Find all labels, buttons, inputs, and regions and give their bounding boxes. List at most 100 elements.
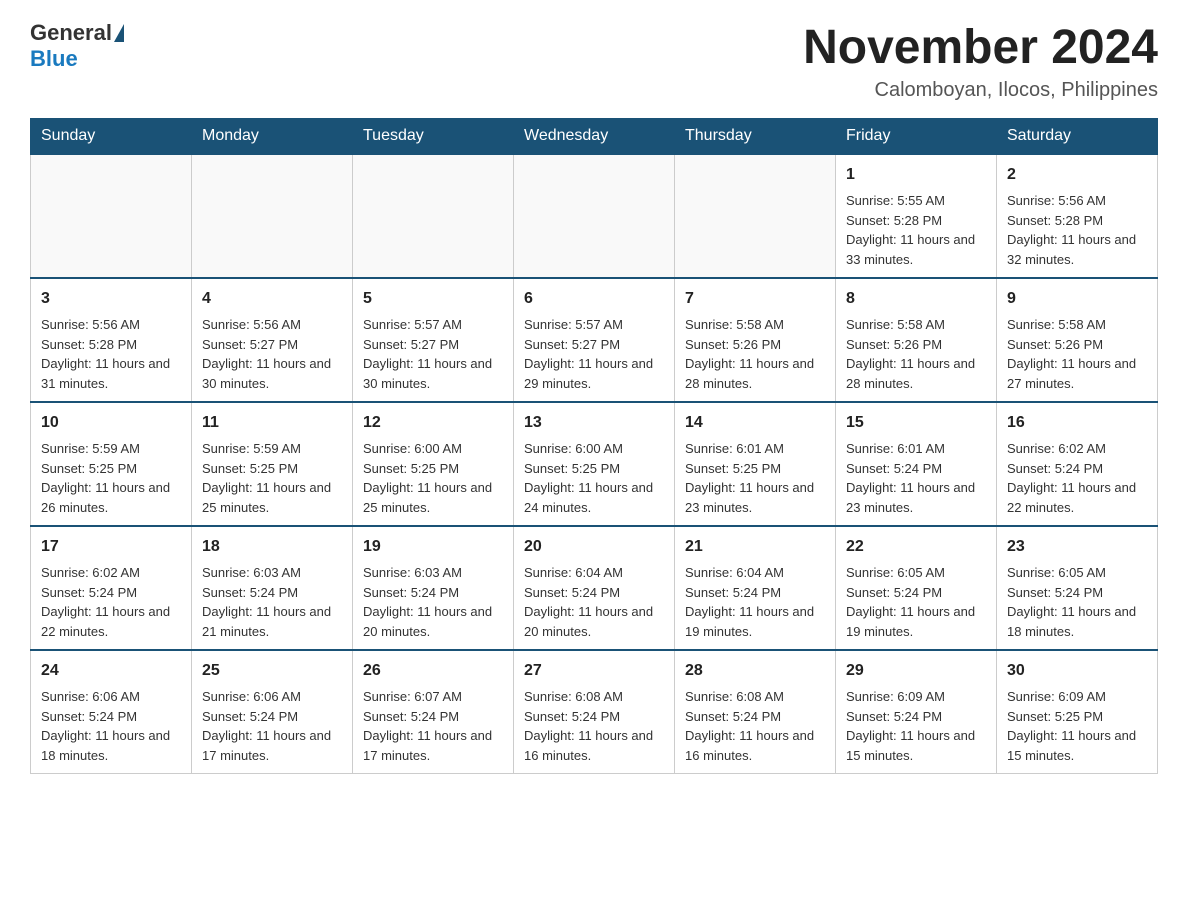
day-header-saturday: Saturday: [997, 119, 1158, 155]
calendar-cell: 2 Sunrise: 5:56 AM Sunset: 5:28 PM Daylig…: [997, 154, 1158, 278]
day-number: 13: [524, 411, 664, 435]
day-info: Sunrise: 6:03 AM Sunset: 5:24 PM Dayligh…: [202, 563, 342, 641]
day-info: Sunrise: 6:04 AM Sunset: 5:24 PM Dayligh…: [685, 563, 825, 641]
day-info: Sunrise: 6:00 AM Sunset: 5:25 PM Dayligh…: [363, 439, 503, 517]
day-number: 6: [524, 287, 664, 311]
day-number: 2: [1007, 163, 1147, 187]
calendar-cell: 10 Sunrise: 5:59 AM Sunset: 5:25 PM Dayli…: [31, 402, 192, 526]
day-info: Sunrise: 6:06 AM Sunset: 5:24 PM Dayligh…: [202, 687, 342, 765]
day-number: 11: [202, 411, 342, 435]
day-number: 3: [41, 287, 181, 311]
calendar-cell: 12 Sunrise: 6:00 AM Sunset: 5:25 PM Dayli…: [353, 402, 514, 526]
day-info: Sunrise: 6:09 AM Sunset: 5:25 PM Dayligh…: [1007, 687, 1147, 765]
day-number: 17: [41, 535, 181, 559]
title-area: November 2024 Calomboyan, Ilocos, Philip…: [803, 20, 1158, 102]
calendar-cell: 13 Sunrise: 6:00 AM Sunset: 5:25 PM Dayli…: [514, 402, 675, 526]
week-row-4: 17 Sunrise: 6:02 AM Sunset: 5:24 PM Dayli…: [31, 526, 1158, 650]
day-info: Sunrise: 6:09 AM Sunset: 5:24 PM Dayligh…: [846, 687, 986, 765]
calendar-cell: 26 Sunrise: 6:07 AM Sunset: 5:24 PM Dayli…: [353, 650, 514, 774]
calendar-cell: 8Sunrise: 5:58 AM Sunset: 5:26 PM Daylig…: [836, 278, 997, 402]
day-number: 24: [41, 659, 181, 683]
calendar-cell: 16 Sunrise: 6:02 AM Sunset: 5:24 PM Dayli…: [997, 402, 1158, 526]
day-number: 15: [846, 411, 986, 435]
day-number: 28: [685, 659, 825, 683]
day-number: 12: [363, 411, 503, 435]
calendar-cell: [353, 154, 514, 278]
day-number: 27: [524, 659, 664, 683]
day-info: Sunrise: 6:04 AM Sunset: 5:24 PM Dayligh…: [524, 563, 664, 641]
day-header-thursday: Thursday: [675, 119, 836, 155]
day-number: 4: [202, 287, 342, 311]
days-header-row: SundayMondayTuesdayWednesdayThursdayFrid…: [31, 119, 1158, 155]
day-info: Sunrise: 6:05 AM Sunset: 5:24 PM Dayligh…: [1007, 563, 1147, 641]
logo-general-text: General: [30, 20, 112, 46]
day-info: Sunrise: 5:58 AM Sunset: 5:26 PM Dayligh…: [1007, 315, 1147, 393]
calendar-cell: 24Sunrise: 6:06 AM Sunset: 5:24 PM Dayli…: [31, 650, 192, 774]
day-info: Sunrise: 5:57 AM Sunset: 5:27 PM Dayligh…: [363, 315, 503, 393]
calendar-cell: 29 Sunrise: 6:09 AM Sunset: 5:24 PM Dayli…: [836, 650, 997, 774]
month-title: November 2024: [803, 20, 1158, 75]
day-header-friday: Friday: [836, 119, 997, 155]
calendar-cell: [514, 154, 675, 278]
calendar-cell: 11 Sunrise: 5:59 AM Sunset: 5:25 PM Dayli…: [192, 402, 353, 526]
calendar-cell: 5Sunrise: 5:57 AM Sunset: 5:27 PM Daylig…: [353, 278, 514, 402]
day-info: Sunrise: 5:56 AM Sunset: 5:27 PM Dayligh…: [202, 315, 342, 393]
day-info: Sunrise: 6:03 AM Sunset: 5:24 PM Dayligh…: [363, 563, 503, 641]
day-number: 1: [846, 163, 986, 187]
day-number: 21: [685, 535, 825, 559]
day-number: 23: [1007, 535, 1147, 559]
day-number: 20: [524, 535, 664, 559]
calendar-cell: 15 Sunrise: 6:01 AM Sunset: 5:24 PM Dayli…: [836, 402, 997, 526]
day-info: Sunrise: 5:56 AM Sunset: 5:28 PM Dayligh…: [41, 315, 181, 393]
day-number: 8: [846, 287, 986, 311]
day-info: Sunrise: 6:05 AM Sunset: 5:24 PM Dayligh…: [846, 563, 986, 641]
calendar-cell: 27 Sunrise: 6:08 AM Sunset: 5:24 PM Dayli…: [514, 650, 675, 774]
calendar-cell: 3 Sunrise: 5:56 AM Sunset: 5:28 PM Daylig…: [31, 278, 192, 402]
day-number: 19: [363, 535, 503, 559]
calendar-cell: 19 Sunrise: 6:03 AM Sunset: 5:24 PM Dayli…: [353, 526, 514, 650]
day-info: Sunrise: 6:08 AM Sunset: 5:24 PM Dayligh…: [524, 687, 664, 765]
location-subtitle: Calomboyan, Ilocos, Philippines: [803, 79, 1158, 102]
calendar-cell: 25Sunrise: 6:06 AM Sunset: 5:24 PM Dayli…: [192, 650, 353, 774]
page-header: General Blue November 2024 Calomboyan, I…: [30, 20, 1158, 102]
week-row-5: 24 Sunrise: 6:06 AM Sunset: 5:24 PM Dayli…: [31, 650, 1158, 774]
day-number: 30: [1007, 659, 1147, 683]
day-info: Sunrise: 5:58 AM Sunset: 5:26 PM Dayligh…: [685, 315, 825, 393]
day-info: Sunrise: 6:02 AM Sunset: 5:24 PM Dayligh…: [41, 563, 181, 641]
calendar-cell: [31, 154, 192, 278]
calendar-cell: 7Sunrise: 5:58 AM Sunset: 5:26 PM Daylig…: [675, 278, 836, 402]
logo-blue-text: Blue: [30, 46, 78, 72]
calendar-cell: 18Sunrise: 6:03 AM Sunset: 5:24 PM Dayli…: [192, 526, 353, 650]
week-row-3: 10 Sunrise: 5:59 AM Sunset: 5:25 PM Dayli…: [31, 402, 1158, 526]
calendar-cell: 21 Sunrise: 6:04 AM Sunset: 5:24 PM Dayli…: [675, 526, 836, 650]
day-number: 29: [846, 659, 986, 683]
day-number: 26: [363, 659, 503, 683]
day-info: Sunrise: 6:01 AM Sunset: 5:24 PM Dayligh…: [846, 439, 986, 517]
calendar-cell: 28 Sunrise: 6:08 AM Sunset: 5:24 PM Dayli…: [675, 650, 836, 774]
day-header-sunday: Sunday: [31, 119, 192, 155]
day-info: Sunrise: 6:08 AM Sunset: 5:24 PM Dayligh…: [685, 687, 825, 765]
day-number: 14: [685, 411, 825, 435]
calendar-cell: 1 Sunrise: 5:55 AM Sunset: 5:28 PM Daylig…: [836, 154, 997, 278]
calendar-table: SundayMondayTuesdayWednesdayThursdayFrid…: [30, 118, 1158, 774]
day-number: 16: [1007, 411, 1147, 435]
day-info: Sunrise: 6:00 AM Sunset: 5:25 PM Dayligh…: [524, 439, 664, 517]
calendar-cell: [675, 154, 836, 278]
day-info: Sunrise: 5:59 AM Sunset: 5:25 PM Dayligh…: [202, 439, 342, 517]
day-info: Sunrise: 5:59 AM Sunset: 5:25 PM Dayligh…: [41, 439, 181, 517]
day-info: Sunrise: 5:55 AM Sunset: 5:28 PM Dayligh…: [846, 191, 986, 269]
day-info: Sunrise: 6:02 AM Sunset: 5:24 PM Dayligh…: [1007, 439, 1147, 517]
day-info: Sunrise: 5:56 AM Sunset: 5:28 PM Dayligh…: [1007, 191, 1147, 269]
calendar-cell: 30 Sunrise: 6:09 AM Sunset: 5:25 PM Dayli…: [997, 650, 1158, 774]
week-row-2: 3 Sunrise: 5:56 AM Sunset: 5:28 PM Daylig…: [31, 278, 1158, 402]
calendar-cell: 23 Sunrise: 6:05 AM Sunset: 5:24 PM Dayli…: [997, 526, 1158, 650]
calendar-cell: 17 Sunrise: 6:02 AM Sunset: 5:24 PM Dayli…: [31, 526, 192, 650]
calendar-cell: 9Sunrise: 5:58 AM Sunset: 5:26 PM Daylig…: [997, 278, 1158, 402]
calendar-cell: 22Sunrise: 6:05 AM Sunset: 5:24 PM Dayli…: [836, 526, 997, 650]
day-number: 10: [41, 411, 181, 435]
day-info: Sunrise: 6:07 AM Sunset: 5:24 PM Dayligh…: [363, 687, 503, 765]
calendar-cell: [192, 154, 353, 278]
calendar-cell: 4 Sunrise: 5:56 AM Sunset: 5:27 PM Daylig…: [192, 278, 353, 402]
day-info: Sunrise: 6:01 AM Sunset: 5:25 PM Dayligh…: [685, 439, 825, 517]
week-row-1: 1 Sunrise: 5:55 AM Sunset: 5:28 PM Daylig…: [31, 154, 1158, 278]
